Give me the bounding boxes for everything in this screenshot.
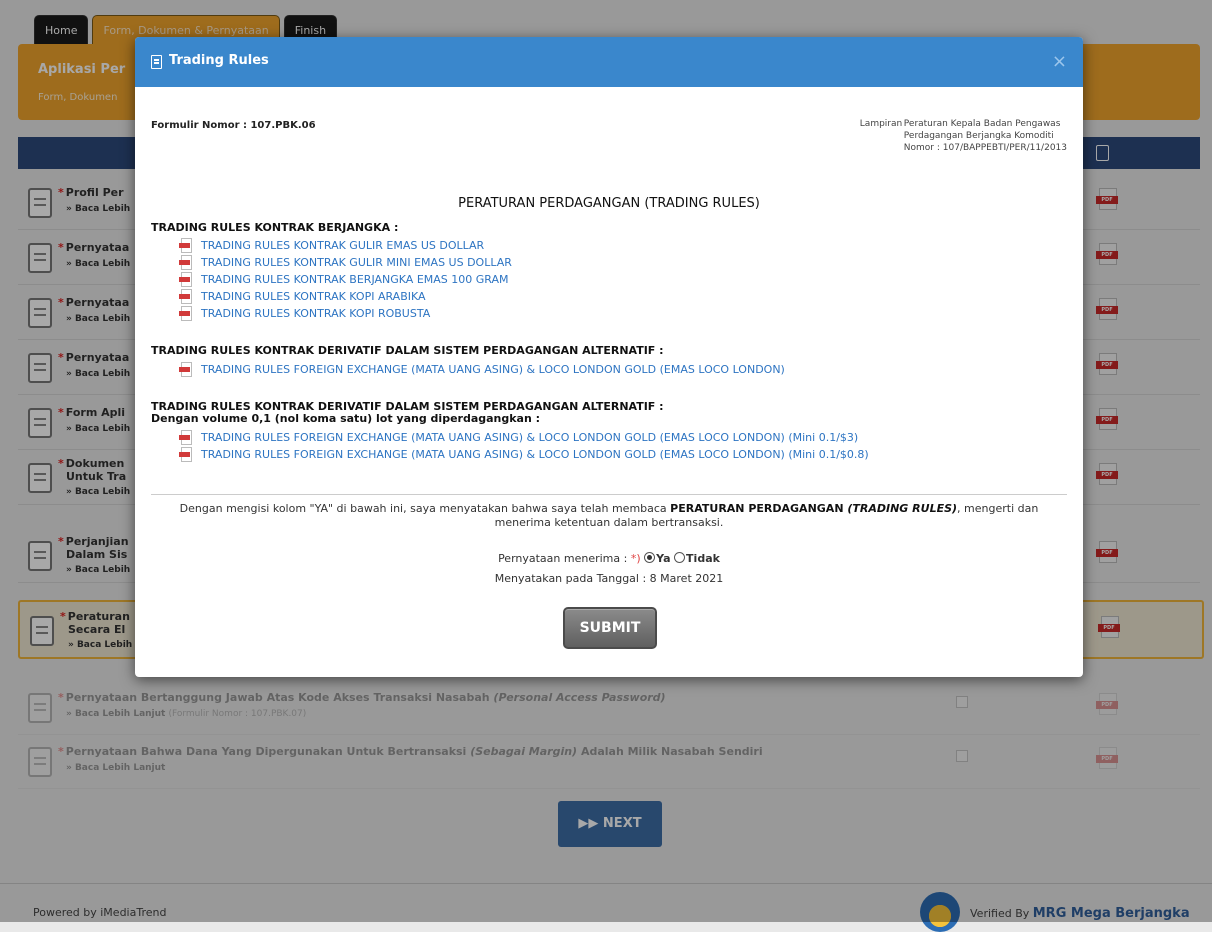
radio-tidak[interactable] <box>674 552 686 563</box>
section-title-derivatif: TRADING RULES KONTRAK DERIVATIF DALAM SI… <box>151 344 664 357</box>
required-mark: *) <box>630 552 641 565</box>
trading-rules-link[interactable]: TRADING RULES KONTRAK GULIR EMAS US DOLL… <box>179 237 512 254</box>
divider <box>151 494 1067 495</box>
radio-tidak-label[interactable]: Tidak <box>686 552 720 565</box>
pdf-icon <box>179 238 192 253</box>
radio-ya-label[interactable]: Ya <box>656 552 670 565</box>
trading-rules-link[interactable]: TRADING RULES KONTRAK KOPI ROBUSTA <box>179 305 512 322</box>
statement-text: Dengan mengisi kolom "YA" di bawah ini, … <box>179 502 671 515</box>
trading-rules-link[interactable]: TRADING RULES FOREIGN EXCHANGE (MATA UAN… <box>179 446 869 463</box>
section-title-berjangka: TRADING RULES KONTRAK BERJANGKA : <box>151 221 399 234</box>
trading-rules-link[interactable]: TRADING RULES KONTRAK GULIR MINI EMAS US… <box>179 254 512 271</box>
pdf-icon <box>179 272 192 287</box>
berjangka-links: TRADING RULES KONTRAK GULIR EMAS US DOLL… <box>179 237 512 322</box>
modal-title: Trading Rules <box>169 53 269 68</box>
pdf-icon <box>179 362 192 377</box>
formulir-number: Formulir Nomor : 107.PBK.06 <box>151 120 316 131</box>
statement-emphasis: (TRADING RULES) <box>847 502 958 515</box>
acceptance-label: Pernyataan menerima : <box>498 552 628 565</box>
derivatif-links: TRADING RULES FOREIGN EXCHANGE (MATA UAN… <box>179 361 785 378</box>
section-subtitle-volume: Dengan volume 0,1 (nol koma satu) lot ya… <box>151 412 541 425</box>
document-heading: PERATURAN PERDAGANGAN (TRADING RULES) <box>458 196 760 211</box>
pdf-icon <box>179 306 192 321</box>
pdf-icon <box>179 255 192 270</box>
trading-rules-modal: Trading Rules × Formulir Nomor : 107.PBK… <box>135 37 1083 677</box>
agreement-statement: Dengan mengisi kolom "YA" di bawah ini, … <box>165 502 1053 530</box>
trading-rules-link[interactable]: TRADING RULES FOREIGN EXCHANGE (MATA UAN… <box>179 429 869 446</box>
pdf-icon <box>179 430 192 445</box>
modal-header: Trading Rules × <box>135 37 1083 87</box>
pdf-icon <box>179 289 192 304</box>
trading-rules-link-text: TRADING RULES FOREIGN EXCHANGE (MATA UAN… <box>201 431 859 444</box>
statement-bold: PERATURAN PERDAGANGAN <box>670 502 848 515</box>
trading-rules-link[interactable]: TRADING RULES KONTRAK KOPI ARABIKA <box>179 288 512 305</box>
document-icon <box>151 55 162 69</box>
trading-rules-link-text: TRADING RULES FOREIGN EXCHANGE (MATA UAN… <box>201 448 869 461</box>
pdf-icon <box>179 447 192 462</box>
lampiran-line: Nomor : 107/BAPPEBTI/PER/11/2013 <box>903 143 1067 153</box>
trading-rules-link-text: TRADING RULES KONTRAK KOPI ARABIKA <box>201 290 426 303</box>
lampiran-line: Perdagangan Berjangka Komoditi <box>903 131 1054 141</box>
trading-rules-link-text: TRADING RULES KONTRAK KOPI ROBUSTA <box>201 307 431 320</box>
statement-date: Menyatakan pada Tanggal : 8 Maret 2021 <box>494 572 724 585</box>
derivatif-mini-links: TRADING RULES FOREIGN EXCHANGE (MATA UAN… <box>179 429 869 463</box>
acceptance-row: Pernyataan menerima : *) Ya Tidak <box>135 552 1083 565</box>
trading-rules-link-text: TRADING RULES FOREIGN EXCHANGE (MATA UAN… <box>201 363 785 376</box>
trading-rules-link[interactable]: TRADING RULES KONTRAK BERJANGKA EMAS 100… <box>179 271 512 288</box>
close-icon[interactable]: × <box>1052 51 1067 72</box>
lampiran-label: Lampiran <box>859 119 903 129</box>
lampiran-block: Lampiran Peraturan Kepala Badan Pengawas… <box>860 118 1067 154</box>
trading-rules-link-text: TRADING RULES KONTRAK GULIR MINI EMAS US… <box>201 256 512 269</box>
lampiran-line: Peraturan Kepala Badan Pengawas <box>903 119 1061 129</box>
radio-ya[interactable] <box>644 552 656 563</box>
trading-rules-link-text: TRADING RULES KONTRAK BERJANGKA EMAS 100… <box>201 273 509 286</box>
trading-rules-link[interactable]: TRADING RULES FOREIGN EXCHANGE (MATA UAN… <box>179 361 785 378</box>
trading-rules-link-text: TRADING RULES KONTRAK GULIR EMAS US DOLL… <box>201 239 485 252</box>
submit-button[interactable]: SUBMIT <box>563 607 657 649</box>
